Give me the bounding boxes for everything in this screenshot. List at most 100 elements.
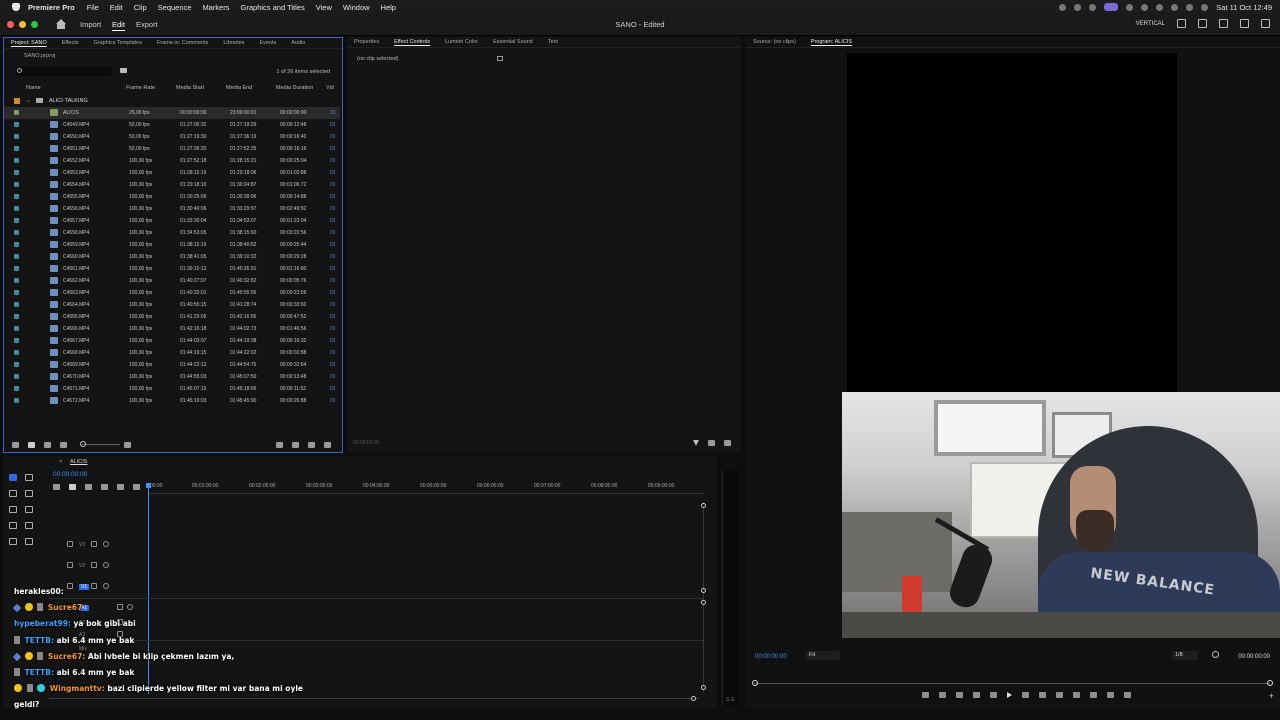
selection-tool-icon[interactable] xyxy=(9,474,17,481)
filter-icon[interactable] xyxy=(693,440,699,446)
status-icon[interactable] xyxy=(1126,3,1134,11)
linked-selection-icon[interactable] xyxy=(85,484,92,490)
razor-tool-icon[interactable] xyxy=(25,490,33,497)
label-color-chip[interactable] xyxy=(14,218,19,223)
menu-markers[interactable]: Markers xyxy=(202,3,229,12)
label-color-chip[interactable] xyxy=(14,362,19,367)
clip-item-row[interactable]: C4553.MP4 100,00 fps 01:28:15:19 01:29:18:0… xyxy=(4,167,340,179)
pen-tool-icon[interactable] xyxy=(25,506,33,513)
insert-sequence-icon[interactable] xyxy=(53,484,60,490)
extract-icon[interactable] xyxy=(1073,692,1080,698)
column-frame-rate[interactable]: Frame Rate xyxy=(126,85,155,91)
workspace-icon[interactable] xyxy=(1177,19,1186,28)
time-ruler[interactable]: 00:00 00:01:00:00 00:02:00:00 00:03:00:0… xyxy=(148,482,704,494)
menu-app-name[interactable]: Premiere Pro xyxy=(28,3,75,12)
label-color-chip[interactable] xyxy=(14,326,19,331)
sort-icon[interactable] xyxy=(124,442,131,448)
fullscreen-icon[interactable] xyxy=(1261,19,1270,28)
status-icon[interactable] xyxy=(1059,3,1067,11)
label-color-chip[interactable] xyxy=(14,230,19,235)
feedback-icon[interactable] xyxy=(1240,19,1249,28)
list-view-icon[interactable] xyxy=(28,442,35,448)
chevron-down-icon[interactable]: ⌄ xyxy=(26,97,31,104)
track-label[interactable]: V3 xyxy=(79,542,85,548)
tab-audio[interactable]: Audio xyxy=(284,40,313,46)
label-color-chip[interactable] xyxy=(14,266,19,271)
play-icon[interactable] xyxy=(1007,692,1012,698)
add-button-icon[interactable]: + xyxy=(1269,691,1274,701)
status-icon[interactable] xyxy=(1089,3,1097,11)
project-search-input[interactable] xyxy=(16,67,112,76)
clip-item-row[interactable]: C4568.MP4 100,00 fps 01:44:19:15 01:44:22:0… xyxy=(4,347,340,359)
vertical-type-tool-icon[interactable] xyxy=(25,538,33,545)
step-back-icon[interactable] xyxy=(990,692,997,698)
go-to-out-icon[interactable] xyxy=(1039,692,1046,698)
clip-item-row[interactable]: C4566.MP4 100,00 fps 01:42:16:18 01:44:02:7… xyxy=(4,323,340,335)
icon-view-icon[interactable] xyxy=(44,442,51,448)
timeline-vertical-scrollbar[interactable] xyxy=(703,502,704,692)
captions-icon[interactable] xyxy=(133,484,140,490)
freeform-view-icon[interactable] xyxy=(60,442,67,448)
eye-icon[interactable] xyxy=(103,541,109,547)
timeline-timecode[interactable]: 00:00:00:00 xyxy=(53,471,87,478)
track-label[interactable]: V2 xyxy=(79,563,85,569)
program-video-frame[interactable] xyxy=(847,53,1177,407)
toggle-sync-icon[interactable] xyxy=(91,562,97,568)
find-icon[interactable] xyxy=(276,442,283,448)
clip-item-row[interactable]: C4572.MP4 100,00 fps 01:45:19:03 01:45:45:9… xyxy=(4,395,340,407)
playback-resolution-select[interactable]: 1/8 xyxy=(1172,651,1198,660)
clip-item-row[interactable]: C4564.MP4 100,00 fps 01:40:55:15 01:41:28:7… xyxy=(4,299,340,311)
clip-item-row[interactable]: C4558.MP4 100,00 fps 01:34:53:05 01:38:15:6… xyxy=(4,227,340,239)
clip-item-row[interactable]: C4571.MP4 100,00 fps 01:45:07:15 01:45:18:6… xyxy=(4,383,340,395)
bluetooth-icon[interactable] xyxy=(1156,3,1164,11)
apple-icon[interactable] xyxy=(12,3,20,11)
clip-item-row[interactable]: C4570.MP4 100,00 fps 01:44:55:03 01:45:07:5… xyxy=(4,371,340,383)
scroll-handle[interactable] xyxy=(701,600,706,605)
column-media-start[interactable]: Media Start xyxy=(176,85,204,91)
tab-program-monitor[interactable]: Program: ALICIS xyxy=(804,39,860,45)
track-select-tool-icon[interactable] xyxy=(25,474,33,481)
clip-item-row[interactable]: C4555.MP4 100,00 fps 01:30:25:09 01:30:39:9… xyxy=(4,191,340,203)
clip-item-row[interactable]: C4567.MP4 100,00 fps 01:44:03:07 01:44:19:3… xyxy=(4,335,340,347)
new-bin-icon[interactable] xyxy=(292,442,299,448)
menu-sequence[interactable]: Sequence xyxy=(158,3,192,12)
menu-help[interactable]: Help xyxy=(381,3,396,12)
menu-graphics[interactable]: Graphics and Titles xyxy=(241,3,305,12)
hand-tool-icon[interactable] xyxy=(25,522,33,529)
label-color-chip[interactable] xyxy=(14,278,19,283)
recording-icon[interactable] xyxy=(1104,3,1119,11)
menu-edit[interactable]: Edit xyxy=(110,3,123,12)
label-color-chip[interactable] xyxy=(14,254,19,259)
scroll-handle[interactable] xyxy=(701,588,706,593)
clip-item-row[interactable]: C4560.MP4 100,00 fps 01:38:41:05 01:39:10:3… xyxy=(4,251,340,263)
clip-item-row[interactable]: C4559.MP4 100,00 fps 01:38:15:19 01:38:40:6… xyxy=(4,239,340,251)
export-frame-icon[interactable] xyxy=(1090,692,1097,698)
label-color-chip[interactable] xyxy=(14,398,19,403)
ripple-edit-tool-icon[interactable] xyxy=(9,490,17,497)
clip-item-row[interactable]: C4554.MP4 100,00 fps 01:29:18:16 01:30:24:8… xyxy=(4,179,340,191)
wrench-icon[interactable] xyxy=(1212,651,1219,658)
workspace-label[interactable]: VERTICAL xyxy=(1136,21,1165,27)
tab-text[interactable]: Text xyxy=(541,39,566,45)
type-tool-icon[interactable] xyxy=(9,538,17,545)
tab-essential-sound[interactable]: Essential Sound xyxy=(486,39,541,45)
meter-solo-labels[interactable]: S S xyxy=(726,697,734,703)
scroll-handle[interactable] xyxy=(701,503,706,508)
trash-icon[interactable] xyxy=(324,442,331,448)
add-marker-icon[interactable] xyxy=(922,692,929,698)
status-icon[interactable] xyxy=(1141,3,1149,11)
menu-window[interactable]: Window xyxy=(343,3,370,12)
close-icon[interactable]: × xyxy=(59,459,62,465)
control-center-icon[interactable] xyxy=(1201,3,1209,11)
label-color-chip[interactable] xyxy=(14,170,19,175)
label-color-chip[interactable] xyxy=(14,302,19,307)
clip-item-row[interactable]: C4563.MP4 100,00 fps 01:40:33:01 01:40:55:5… xyxy=(4,287,340,299)
label-color-chip[interactable] xyxy=(14,386,19,391)
clip-item-row[interactable]: C4557.MP4 100,00 fps 01:33:30:04 01:34:53:0… xyxy=(4,215,340,227)
tab-properties[interactable]: Properties xyxy=(347,39,387,45)
eye-icon[interactable] xyxy=(103,562,109,568)
label-color-chip[interactable] xyxy=(14,374,19,379)
pencil-icon[interactable] xyxy=(12,442,19,448)
menubar-clock[interactable]: Sat 11 Oct 12:49 xyxy=(1216,3,1272,12)
comparison-view-icon[interactable] xyxy=(1107,692,1114,698)
